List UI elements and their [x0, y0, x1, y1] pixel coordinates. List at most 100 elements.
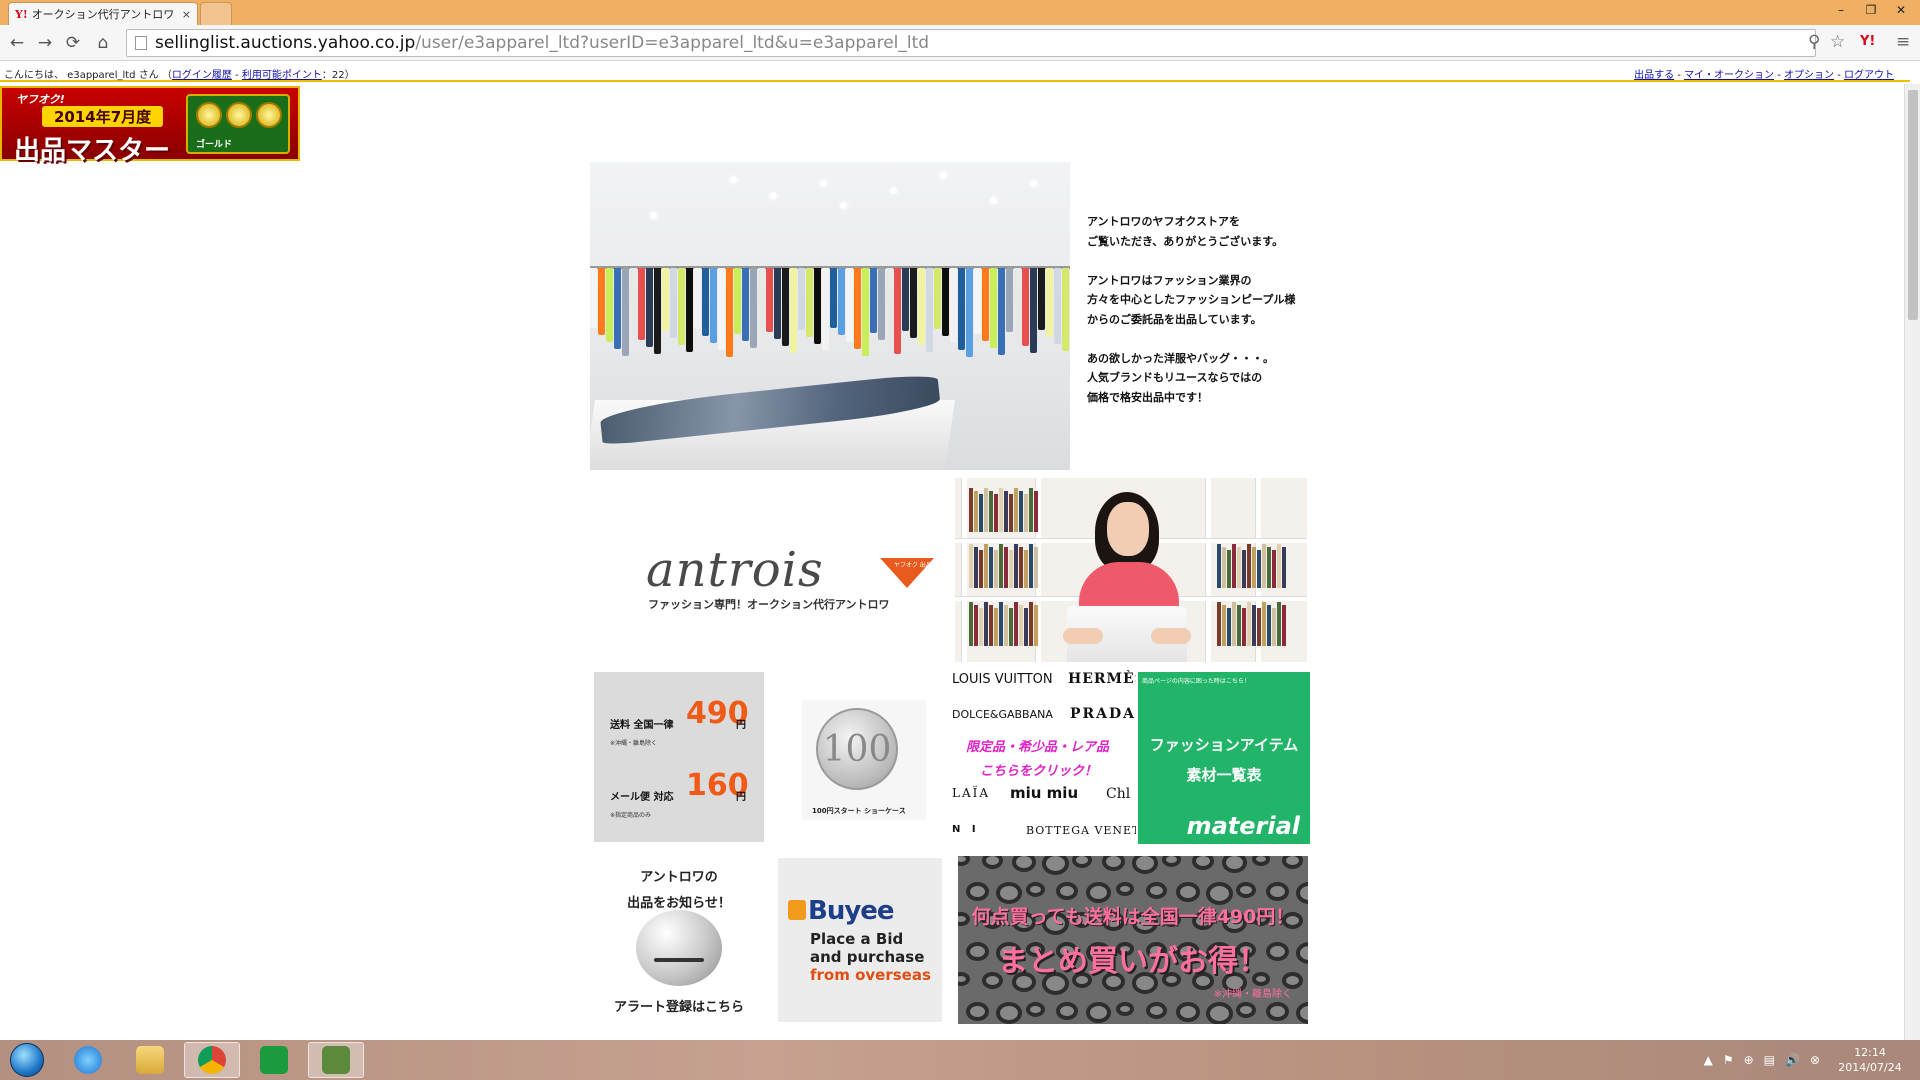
garment: [1062, 268, 1069, 351]
network-icon[interactable]: ▤: [1764, 1053, 1775, 1067]
book: [1034, 491, 1038, 532]
buyee-line-1: Place a Bid: [810, 930, 904, 948]
sell-link[interactable]: 出品する: [1634, 70, 1674, 81]
leopard-spot: [958, 856, 970, 866]
leopard-spot: [1042, 856, 1069, 875]
logout-link[interactable]: ログアウト: [1844, 70, 1894, 81]
tab-close-icon[interactable]: ×: [182, 8, 191, 21]
points-link[interactable]: 利用可能ポイント: [242, 70, 322, 81]
book: [979, 608, 983, 646]
status-icon[interactable]: ⊗: [1810, 1053, 1820, 1067]
browser-tab-active[interactable]: Y! オークション代行アントロワ (e ×: [8, 2, 198, 25]
buyee-banner[interactable]: Buyee Place a Bid and purchase from over…: [778, 858, 942, 1022]
yahoo-extension-icon[interactable]: Y!: [1860, 34, 1875, 49]
home-button[interactable]: ⌂: [92, 32, 114, 54]
url-path: /user/e3apparel_ltd?userID=e3apparel_ltd…: [415, 33, 930, 53]
brand-name: N I: [952, 824, 980, 835]
bulk-line-2: まとめ買いがお得！: [998, 944, 1268, 979]
scrollbar-thumb[interactable]: [1908, 90, 1918, 320]
material-list-banner[interactable]: 商品ページの内容に困った時はこちら！ ファッションアイテム 素材一覧表 mate…: [1138, 672, 1310, 844]
menu-icon[interactable]: ≡: [1896, 32, 1910, 52]
start-button[interactable]: [4, 1042, 50, 1078]
book: [1014, 544, 1018, 588]
garment: [758, 268, 765, 355]
book: [1227, 608, 1231, 646]
bell-slot: [654, 958, 704, 962]
my-auction-link[interactable]: マイ・オークション: [1684, 70, 1774, 81]
new-tab-button[interactable]: [200, 2, 232, 25]
book: [1009, 550, 1013, 588]
material-word: material: [1186, 812, 1300, 840]
garment: [918, 268, 925, 345]
taskbar-clock[interactable]: 12:14 2014/07/24: [1830, 1045, 1910, 1075]
taskbar-store[interactable]: [246, 1042, 302, 1078]
reload-button[interactable]: ⟳: [62, 32, 84, 54]
click-here-text: こちらをクリック！: [980, 764, 1098, 779]
minimize-button[interactable]: –: [1826, 0, 1856, 20]
garment: [614, 268, 621, 349]
brands-banner[interactable]: LOUIS VUITTON HERMÈS DOLCE&GABBANA PRADA…: [952, 666, 1136, 844]
book: [1282, 547, 1286, 588]
intro-paragraph: アントロワのヤフオクストアを ご覧いただき、ありがとうございます。: [1087, 212, 1327, 251]
volume-icon[interactable]: 🔊: [1785, 1053, 1800, 1067]
leopard-spot: [1102, 856, 1125, 871]
garment: [862, 268, 869, 356]
garment: [982, 268, 989, 341]
points-value: ：22）: [321, 70, 355, 81]
garment: [934, 268, 941, 329]
leopard-spot: [1086, 882, 1111, 903]
show-hidden-icons-icon[interactable]: ▲: [1704, 1053, 1713, 1067]
taskbar-explorer[interactable]: [122, 1042, 178, 1078]
evernote-icon: [322, 1046, 350, 1074]
bell-icon: [636, 910, 722, 986]
back-button[interactable]: ←: [6, 32, 28, 54]
intro-paragraph: アントロワはファッション業界の 方々を中心としたファッションピープル様 からのご…: [1087, 271, 1327, 330]
book: [974, 547, 978, 588]
search-icon[interactable]: ⚲: [1808, 32, 1820, 52]
book: [1232, 544, 1236, 588]
ceiling-light: [650, 212, 657, 219]
restore-button[interactable]: ❐: [1856, 0, 1886, 20]
bulk-buy-banner[interactable]: 何点買っても送料は全国一律490円！ まとめ買いがお得！ ※沖縄・離島除く: [958, 856, 1308, 1024]
book: [1267, 547, 1271, 588]
login-history-link[interactable]: ログイン履歴: [172, 70, 232, 81]
book: [989, 491, 993, 532]
options-link[interactable]: オプション: [1784, 70, 1834, 81]
alert-registration-banner[interactable]: アントロワの 出品をお知らせ！ アラート登録はこちら: [594, 858, 764, 1026]
book: [1034, 605, 1038, 646]
woman-face: [1107, 502, 1149, 556]
close-window-button[interactable]: ✕: [1886, 0, 1916, 20]
garment: [814, 268, 821, 344]
tab-title: オークション代行アントロワ (e: [31, 8, 178, 21]
taskbar-evernote[interactable]: [308, 1042, 364, 1078]
garment: [1046, 268, 1053, 337]
book: [1257, 608, 1261, 646]
shipping-banner[interactable]: 送料 全国一律 490 円 ※沖縄・離島除く メール便 対応 160 円 ※指定…: [594, 672, 764, 842]
store-icon: [260, 1046, 288, 1074]
address-bar[interactable]: sellinglist.auctions.yahoo.co.jp /user/e…: [126, 29, 1816, 57]
logo-tag-text: ヤフオク 出品ストア: [894, 562, 950, 569]
taskbar-chrome[interactable]: [184, 1042, 240, 1078]
shipping-note-1: ※沖縄・離島除く: [610, 740, 658, 747]
forward-button[interactable]: →: [34, 32, 56, 54]
bookmark-star-icon[interactable]: ☆: [1830, 32, 1845, 52]
buyee-line-3: from overseas: [810, 966, 931, 984]
book: [1237, 547, 1241, 588]
book: [1019, 547, 1023, 588]
leopard-spot: [1026, 1002, 1045, 1017]
bulk-line-1: 何点買っても送料は全国一律490円！: [971, 906, 1295, 928]
action-center-flag-icon[interactable]: ⚑: [1723, 1053, 1734, 1067]
hundred-yen-showcase-banner[interactable]: 100 100円スタート ショーケース: [776, 668, 946, 852]
garment: [870, 268, 877, 333]
network-globe-icon[interactable]: ⊕: [1744, 1053, 1754, 1067]
garment: [694, 268, 701, 329]
taskbar-internet-explorer[interactable]: [60, 1042, 116, 1078]
medal-icon: [256, 102, 282, 128]
antrois-logo[interactable]: antrois ヤフオク 出品ストア ファッション専門！オークション代行アントロ…: [590, 478, 954, 664]
book: [984, 488, 988, 532]
garment: [1006, 268, 1013, 332]
garment: [998, 268, 1005, 355]
book: [989, 605, 993, 646]
vertical-scrollbar[interactable]: [1904, 84, 1920, 1040]
garment: [926, 268, 933, 352]
